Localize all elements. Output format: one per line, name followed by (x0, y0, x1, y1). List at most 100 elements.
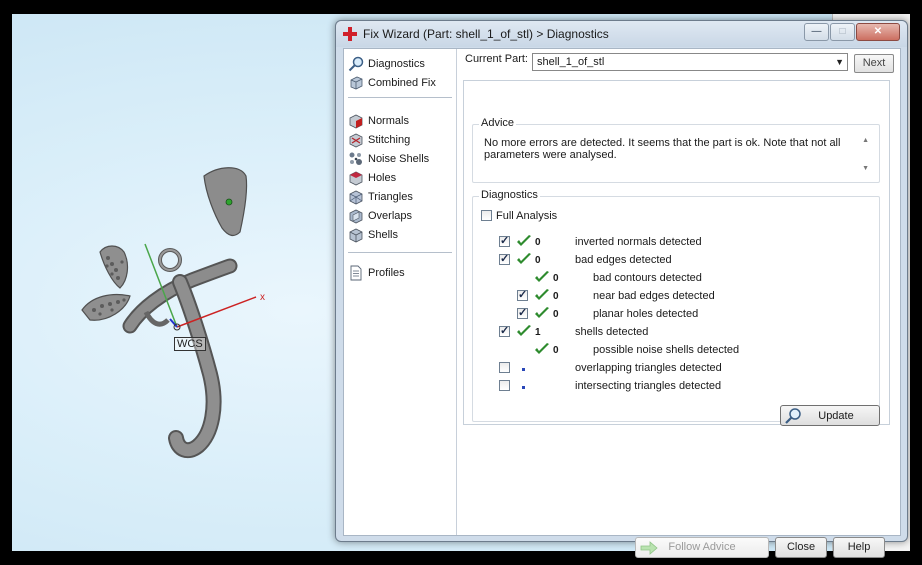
help-button[interactable]: Help (833, 537, 885, 558)
green-check-icon (535, 271, 549, 282)
nav-item-label: Normals (368, 115, 409, 127)
close-button[interactable]: Close (775, 537, 827, 558)
green-check-icon (535, 343, 549, 354)
fragment-model (203, 167, 248, 237)
nav-item-label: Combined Fix (368, 77, 436, 89)
document-icon (350, 265, 362, 281)
row-checkbox[interactable] (517, 288, 528, 301)
not-analysed-icon (522, 386, 525, 389)
row-label: possible noise shells detected (593, 344, 740, 356)
overlaps-cube-icon (349, 209, 363, 224)
normals-cube-icon (349, 114, 363, 129)
scroll-down-icon[interactable]: ▼ (862, 165, 869, 172)
nav-item-profiles[interactable]: Profiles (348, 264, 405, 282)
dialog-client-area: Diagnostics Combined Fix Normals Stitchi (343, 48, 901, 558)
nav-item-label: Triangles (368, 191, 413, 203)
update-button[interactable]: Update (780, 405, 880, 426)
nav-item-noise-shells[interactable]: Noise Shells (348, 150, 429, 168)
next-button[interactable]: Next (854, 54, 894, 73)
full-analysis-label: Full Analysis (496, 210, 558, 222)
x-axis-label: x (260, 292, 265, 303)
row-checkbox[interactable] (499, 324, 510, 337)
advice-title: Advice (479, 117, 517, 129)
nav-item-label: Overlaps (368, 210, 413, 222)
green-check-icon (517, 235, 531, 246)
row-count: 0 (535, 255, 541, 266)
row-checkbox[interactable] (499, 234, 510, 247)
advice-text: No more errors are detected. It seems th… (484, 137, 841, 161)
nav-item-label: Diagnostics (368, 58, 425, 70)
row-count: 0 (553, 309, 559, 320)
row-checkbox[interactable] (517, 306, 528, 319)
row-label: bad contours detected (593, 272, 702, 284)
not-analysed-icon (522, 368, 525, 371)
nav-item-overlaps[interactable]: Overlaps (348, 207, 412, 225)
red-cross-icon (343, 27, 357, 41)
nav-item-label: Shells (368, 229, 398, 241)
noise-shells-icon (349, 152, 362, 165)
row-label: planar holes detected (593, 308, 699, 320)
fix-wizard-dialog: Fix Wizard (Part: shell_1_of_stl) > Diag… (335, 20, 908, 558)
green-check-icon (517, 253, 531, 264)
update-label: Update (818, 410, 854, 422)
nav-item-normals[interactable]: Normals (348, 112, 409, 130)
nav-item-combined-fix[interactable]: Combined Fix (348, 74, 436, 92)
window-title: Fix Wizard (Part: shell_1_of_stl) > Diag… (363, 27, 609, 41)
green-check-icon (535, 289, 549, 300)
chevron-down-icon: ▼ (835, 57, 844, 67)
row-label: inverted normals detected (575, 236, 702, 248)
row-count: 0 (553, 291, 559, 302)
selection-point-icon (225, 198, 233, 206)
row-checkbox[interactable] (499, 380, 510, 391)
arrow-right-icon (640, 541, 658, 555)
holes-cube-icon (349, 171, 363, 186)
scroll-up-icon[interactable]: ▲ (862, 137, 869, 144)
row-label: bad edges detected (575, 254, 672, 266)
follow-advice-label: Follow Advice (668, 541, 736, 553)
title-bar[interactable]: Fix Wizard (Part: shell_1_of_stl) > Diag… (336, 21, 907, 47)
wcs-label: WCS (174, 337, 206, 351)
nav-item-shells[interactable]: Shells (348, 226, 398, 244)
nav-item-diagnostics[interactable]: Diagnostics (348, 55, 425, 73)
cube-icon (350, 76, 363, 90)
row-label: shells detected (575, 326, 649, 338)
nav-item-holes[interactable]: Holes (348, 169, 396, 187)
triangles-cube-icon (349, 190, 363, 205)
nav-item-label: Stitching (368, 134, 411, 146)
row-count: 0 (535, 237, 541, 248)
row-label: intersecting triangles detected (575, 380, 722, 392)
current-part-value: shell_1_of_stl (537, 56, 605, 68)
current-part-select[interactable]: shell_1_of_stl ▼ (532, 53, 848, 71)
nav-item-triangles[interactable]: Triangles (348, 188, 413, 206)
nav-divider (348, 97, 452, 98)
nav-item-label: Noise Shells (368, 153, 430, 165)
row-checkbox[interactable] (499, 362, 510, 373)
magnifier-icon (348, 56, 364, 72)
row-count: 1 (535, 327, 541, 338)
nav-item-label: Holes (368, 172, 397, 184)
diagnostics-panel: Advice No more errors are detected. It s… (463, 80, 890, 426)
shells-cube-icon (349, 228, 363, 243)
leaf-model (81, 245, 131, 321)
minimize-button[interactable]: — (804, 23, 829, 41)
nav-divider (348, 252, 452, 253)
stitching-icon (349, 133, 363, 148)
nav-item-label: Profiles (368, 267, 405, 279)
wizard-nav: Diagnostics Combined Fix Normals Stitchi (344, 49, 457, 535)
green-check-icon (535, 307, 549, 318)
row-label: overlapping triangles detected (575, 362, 722, 374)
diagnostics-group: Diagnostics Full Analysis 0 inverted norm… (472, 189, 880, 426)
follow-advice-button[interactable]: Follow Advice (635, 537, 769, 558)
full-analysis-checkbox[interactable] (481, 210, 492, 221)
close-window-button[interactable]: ✕ (856, 23, 900, 41)
diagnostics-title: Diagnostics (479, 189, 540, 201)
maximize-button[interactable]: □ (830, 23, 855, 41)
current-part-label: Current Part: (465, 53, 528, 65)
row-count: 0 (553, 345, 559, 356)
row-label: near bad edges detected (593, 290, 715, 302)
advice-group: Advice No more errors are detected. It s… (472, 117, 880, 183)
green-check-icon (517, 325, 531, 336)
row-checkbox[interactable] (499, 252, 510, 265)
nav-item-stitching[interactable]: Stitching (348, 131, 410, 149)
row-count: 0 (553, 273, 559, 284)
